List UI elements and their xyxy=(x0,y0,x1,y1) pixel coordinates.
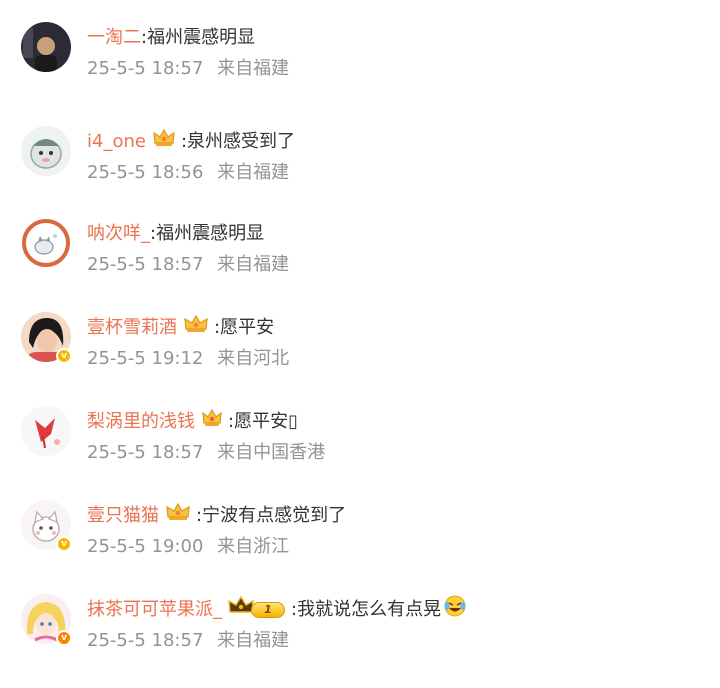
comment-item: 呐次咩_ :福州震感明显 25-5-5 18:57 来自福建 xyxy=(0,218,720,312)
level-crown-icon[interactable]: 1 xyxy=(228,595,285,619)
comment-text: :宁波有点感觉到了 xyxy=(196,505,347,526)
comment-time: 25-5-5 18:57 xyxy=(87,630,204,651)
username-link[interactable]: 呐次咩_ xyxy=(87,220,150,248)
comment-location: 来自福建 xyxy=(217,630,290,651)
verified-badge-icon: v xyxy=(56,536,72,552)
user-photo-icon[interactable] xyxy=(21,22,71,72)
laughing-crying-emoji-icon xyxy=(443,594,467,627)
comment-text: :泉州感受到了 xyxy=(180,131,296,152)
comment-location: 来自浙江 xyxy=(217,536,290,557)
comment-location: 来自福建 xyxy=(217,162,290,183)
comment-list: 一淘二 :福州震感明显 25-5-5 18:57 来自福建 i4_one:泉州… xyxy=(0,0,720,680)
comment-text: :愿平安▯ xyxy=(228,411,298,432)
comment-item: v 壹杯雪莉酒 :愿平安 25-5-5 19:12 来自河北 xyxy=(0,312,720,406)
verified-badge-icon: v xyxy=(56,630,72,646)
comment-time: 25-5-5 19:12 xyxy=(87,348,204,369)
comment-item: v 壹只猫猫 :宁波有点感觉到了 25-5-5 19:00 来自浙江 xyxy=(0,500,720,594)
comment-time: 25-5-5 18:57 xyxy=(87,254,204,275)
username-link[interactable]: 壹只猫猫 xyxy=(87,502,159,530)
verified-badge-icon: v xyxy=(56,348,72,364)
crown-icon[interactable] xyxy=(152,128,176,157)
comment-location: 来自福建 xyxy=(217,58,290,79)
crown-icon[interactable] xyxy=(201,408,223,437)
comment-text: :福州震感明显 xyxy=(150,223,265,244)
comment-text: :我就说怎么有点晃 xyxy=(291,599,442,620)
username-link[interactable]: 壹杯雪莉酒 xyxy=(87,314,177,342)
comment-item: 梨涡里的浅钱 :愿平安▯ 25-5-5 18:57 来自中国香港 xyxy=(0,406,720,500)
comment-item: 一淘二 :福州震感明显 25-5-5 18:57 来自福建 xyxy=(0,22,720,116)
comment-item: v 抹茶可可苹果派_ 1 :我就说怎么有点晃 25-5-5 18:57 来自福建 xyxy=(0,594,720,688)
comment-location: 来自河北 xyxy=(217,348,290,369)
comment-location: 来自中国香港 xyxy=(217,442,326,463)
comment-time: 25-5-5 18:57 xyxy=(87,58,204,79)
comment-time: 25-5-5 19:00 xyxy=(87,536,204,557)
cartoon-avatar-icon[interactable] xyxy=(21,126,71,176)
level-number: 1 xyxy=(251,602,285,618)
crown-icon[interactable] xyxy=(165,502,191,531)
cartoon-avatar-icon[interactable] xyxy=(21,406,71,456)
username-link[interactable]: 一淘二 xyxy=(87,24,141,52)
comment-text: :福州震感明显 xyxy=(141,27,256,48)
comment-text: :愿平安 xyxy=(214,317,275,338)
username-link[interactable]: 抹茶可可苹果派_ xyxy=(87,596,222,624)
comment-time: 25-5-5 18:57 xyxy=(87,442,204,463)
username-link[interactable]: 梨涡里的浅钱 xyxy=(87,408,195,436)
username-link[interactable]: i4_one xyxy=(87,128,146,156)
comment-time: 25-5-5 18:56 xyxy=(87,162,204,183)
comment-item: i4_one :泉州感受到了 25-5-5 18:56 来自福建 xyxy=(0,126,720,220)
crown-icon[interactable] xyxy=(183,314,209,343)
cat-avatar-icon[interactable] xyxy=(21,218,71,268)
comment-location: 来自福建 xyxy=(217,254,290,275)
